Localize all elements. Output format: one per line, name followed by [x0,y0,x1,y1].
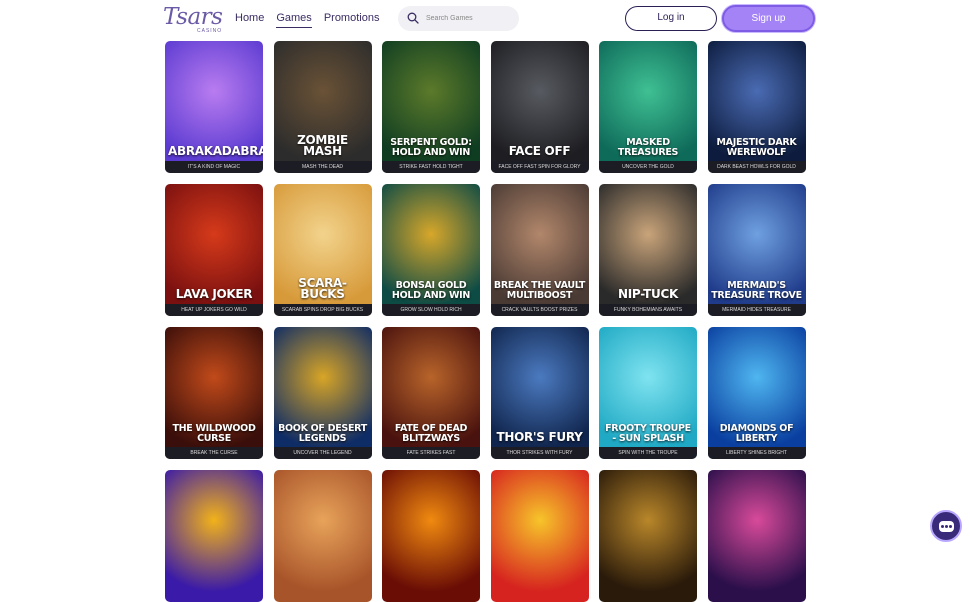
game-tagline: Spin with the troupe [599,447,697,459]
game-tagline: Crack vaults boost prizes [490,304,589,316]
login-button[interactable]: Log in [625,6,717,31]
game-tile[interactable]: Thor's Fury Thor strikes with fury [490,327,589,459]
search-box[interactable] [398,6,519,31]
game-tile[interactable] [273,470,372,602]
game-tile[interactable]: Abrakadabra It's a kind of magic [165,41,263,173]
site-header: Tsars CASINO Home Games Promotions Log i… [0,0,970,38]
game-tile[interactable]: Diamonds of Liberty Liberty shines bright [707,327,806,459]
game-tagline: Face off fast spin for glory [490,161,589,173]
game-tile[interactable]: Scara-Bucks Scarab spins drop big bucks [273,184,372,316]
game-tagline: Uncover the legend [273,447,372,459]
game-title: Zombie Mash [297,133,348,158]
site-logo[interactable]: Tsars CASINO [163,4,223,35]
game-tile[interactable]: Majestic Dark Werewolf Dark beast howls f… [707,41,806,173]
game-tile[interactable]: Masked Treasures Uncover the gold [599,41,697,173]
game-tile[interactable]: Fate of Dead Blitzways Fate strikes fast [382,327,480,459]
game-tile[interactable]: Serpent Gold: Hold and Win Strike fast ho… [382,41,480,173]
game-artwork [165,470,263,602]
game-tile[interactable] [382,470,480,602]
main-nav: Home Games Promotions [235,11,379,28]
game-tile[interactable]: Book of Desert Legends Uncover the legend [273,327,372,459]
game-title: Fate of Dead Blitzways [394,423,468,444]
game-tile[interactable]: Nip-Tuck Funky bohemians awaits [599,184,697,316]
game-title: Diamonds of Liberty [719,423,794,444]
game-tile[interactable] [165,470,263,602]
game-title: Nip-Tuck [618,287,678,301]
game-tagline: Heat up jokers go wild [165,304,263,316]
game-title: Abrakadabra [168,144,263,158]
game-tile[interactable]: Lava Joker Heat up jokers go wild [165,184,263,316]
signup-button[interactable]: Sign up [722,5,815,32]
logo-subtext: CASINO [197,28,223,34]
game-tagline: Thor strikes with fury [490,447,589,459]
game-tile[interactable] [707,470,806,602]
game-title: Masked Treasures [617,137,679,158]
game-artwork [707,470,806,602]
game-title: Frooty Troupe - Sun Splash [605,423,691,444]
game-title: Face Off [508,144,571,158]
game-title: Lava Joker [175,287,253,301]
nav-games[interactable]: Games [276,11,312,28]
chat-icon [939,521,954,532]
game-title: Serpent Gold: Hold and Win [390,137,472,158]
game-tile[interactable]: Frooty Troupe - Sun Splash Spin with the … [599,327,697,459]
game-tile[interactable]: Mermaid's Treasure Trove Mermaid hides tr… [707,184,806,316]
game-tagline: It's a kind of magic [165,161,263,173]
chat-button[interactable] [930,510,962,542]
logo-text: Tsars [163,4,223,30]
game-tagline: Dark beast howls for gold [707,161,806,173]
game-title: Majestic Dark Werewolf [716,137,797,158]
game-tile[interactable]: Bonsai Gold Hold and Win Grow slow hold r… [382,184,480,316]
game-tagline: Uncover the gold [599,161,697,173]
game-tagline: Funky bohemians awaits [599,304,697,316]
game-tile[interactable] [599,470,697,602]
game-tagline: Mermaid hides treasure [707,304,806,316]
game-artwork [490,470,589,602]
game-title: Book of Desert Legends [278,423,367,444]
game-artwork [382,470,480,602]
game-title: Scara-Bucks [298,276,347,301]
game-tile[interactable]: Zombie Mash Mash the dead [273,41,372,173]
game-tile[interactable] [490,470,589,602]
game-tagline: Liberty shines bright [707,447,806,459]
game-artwork [273,470,372,602]
game-tile[interactable]: Break the Vault Multiboost Crack vaults b… [490,184,589,316]
game-title: The Wildwood Curse [172,423,256,444]
search-input[interactable] [426,11,512,26]
game-tile[interactable]: The Wildwood Curse Break the curse [165,327,263,459]
game-tagline: Grow slow hold rich [382,304,480,316]
game-artwork [599,470,697,602]
game-title: Bonsai Gold Hold and Win [391,280,471,301]
game-tile[interactable]: Face Off Face off fast spin for glory [490,41,589,173]
game-tagline: Fate strikes fast [382,447,480,459]
nav-home[interactable]: Home [235,11,264,28]
game-title: Break the Vault Multiboost [493,280,586,301]
game-title: Thor's Fury [496,430,583,444]
game-tagline: Mash the dead [273,161,372,173]
nav-promotions[interactable]: Promotions [324,11,380,28]
search-icon [407,12,419,24]
game-tagline: Strike fast hold tight [382,161,480,173]
game-tagline: Scarab spins drop big bucks [273,304,372,316]
game-tagline: Break the curse [165,447,263,459]
game-title: Mermaid's Treasure Trove [711,280,802,301]
